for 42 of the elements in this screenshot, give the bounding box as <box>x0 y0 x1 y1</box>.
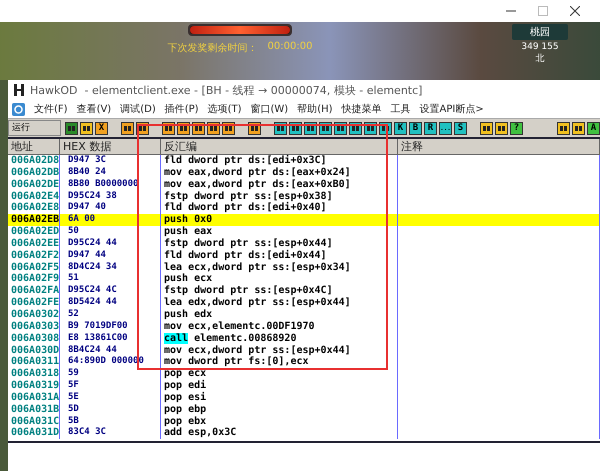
disassembly-cell: mov ecx,dword ptr ss:[esp+0x44] <box>161 344 398 356</box>
toolbar-button[interactable]: K <box>394 122 407 134</box>
app-menu-icon[interactable] <box>12 102 25 116</box>
menu-item[interactable]: 工具 <box>390 102 411 116</box>
menu-item[interactable]: 窗口(W) <box>250 102 288 116</box>
map-direction: 北 <box>536 54 544 64</box>
toolbar-button[interactable]: R <box>424 122 437 134</box>
menu-item[interactable]: 插件(P) <box>164 102 199 116</box>
reward-timer-value: 00:00:00 <box>268 41 312 54</box>
window-title: HawkOD - elementclient.exe - [BH - 线程 → 00000074, 模块 - elementc] <box>30 82 422 98</box>
toolbar-button[interactable]: A <box>587 122 600 134</box>
debug-status: 运行 <box>8 120 61 136</box>
toolbar-button[interactable]: X <box>95 122 108 134</box>
hex-cell: 6A 00 <box>60 214 161 226</box>
menu-item[interactable]: 帮助(H) <box>297 102 333 116</box>
disassembly-cell: push 0x0 <box>161 214 398 226</box>
column-header[interactable]: 注释 <box>398 139 600 154</box>
menu-item[interactable]: 查看(V) <box>76 102 112 116</box>
toolbar-button[interactable]: B <box>409 122 422 134</box>
column-header[interactable]: HEX 数据 <box>60 139 161 154</box>
disassembly-cell: mov eax,dword ptr ds:[eax+0x24] <box>161 166 398 179</box>
address-cell: 006A02EB <box>8 214 60 226</box>
menu-item[interactable]: 选项(T) <box>208 102 242 116</box>
disassembly-cell: mov ecx,elementc.00DF1970 <box>161 320 398 333</box>
reward-timer-label: 下次发奖剩余时间： <box>168 42 258 55</box>
disassembly-cell: mov eax,dword ptr ds:[eax+0xB0] <box>161 178 398 191</box>
menu-item[interactable]: 文件(F) <box>34 102 68 116</box>
column-header[interactable]: 地址 <box>8 139 60 154</box>
disassembly-cell: call elementc.00868920 <box>161 332 398 344</box>
app-logo-icon <box>14 84 24 96</box>
menu-item[interactable]: 快捷菜单 <box>342 102 382 116</box>
toolbar-button[interactable]: S <box>454 122 467 134</box>
location-name: 桃园 <box>512 24 568 40</box>
menu-item[interactable]: 调试(D) <box>120 102 156 116</box>
disassembly-cell: lea ecx,dword ptr ss:[esp+0x34] <box>161 262 398 274</box>
disassembly-cell: add esp,0x3C <box>161 427 398 440</box>
menu-item[interactable]: 设置API断点> <box>420 102 484 116</box>
toolbar-button[interactable]: ? <box>510 122 523 134</box>
column-header[interactable]: 反汇编 <box>161 139 398 154</box>
disassembly-cell: lea edx,dword ptr ss:[esp+0x44] <box>161 297 398 309</box>
close-icon[interactable] <box>570 6 580 16</box>
map-coordinates: 349 155 <box>521 42 559 52</box>
